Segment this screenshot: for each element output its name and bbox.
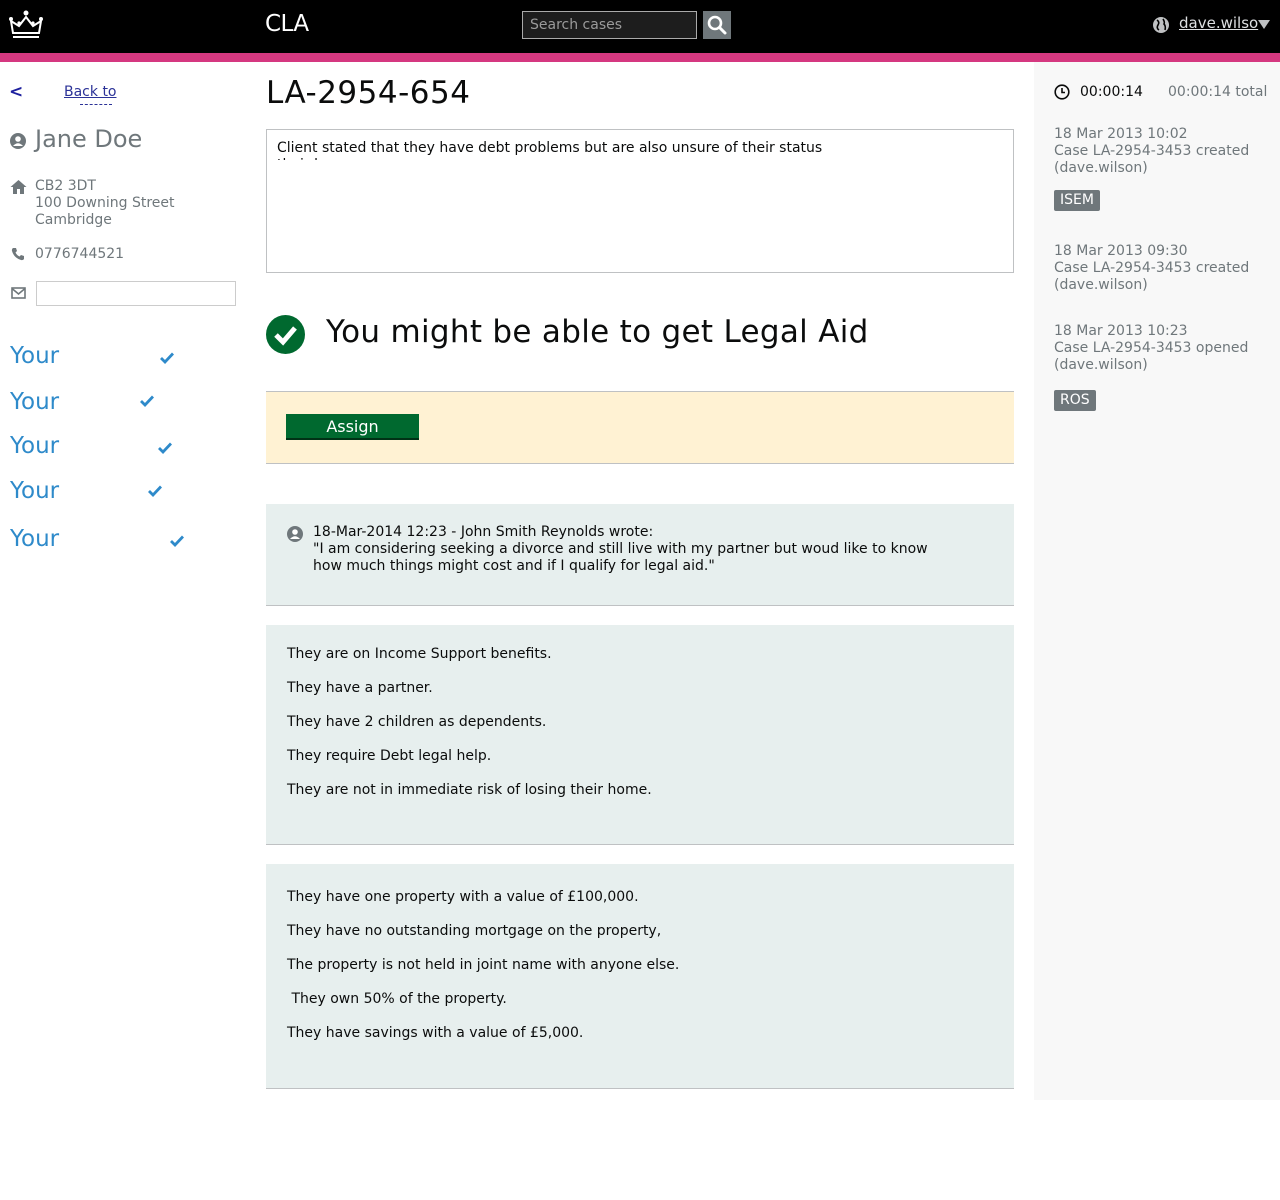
sidebar-nav-item-4[interactable]: Your <box>10 477 180 517</box>
accent-stripe <box>0 53 1280 62</box>
message-body: "I am considering seeking a divorce and … <box>313 541 928 574</box>
event-tag: ISEM <box>1054 190 1100 211</box>
fact-item: They have a partner. <box>287 680 433 696</box>
mail-icon <box>11 287 26 299</box>
address-street: 100 Downing Street <box>35 195 175 211</box>
clock-icon <box>1054 84 1070 100</box>
event-date: 18 Mar 2013 10:23 <box>1054 323 1188 339</box>
brand-underline <box>265 40 313 44</box>
eligibility-facts-panel: They are on Income Support benefits. The… <box>266 625 1014 845</box>
event-tag: ROS <box>1054 390 1096 411</box>
event-date: 18 Mar 2013 09:30 <box>1054 243 1188 259</box>
case-timer-total: 00:00:14 total <box>1168 84 1268 100</box>
event-user: (dave.wilson) <box>1054 277 1148 293</box>
event-text: Case LA-2954-3453 created <box>1054 260 1250 276</box>
top-bar: CLA dave.wilso <box>0 0 1280 53</box>
nav-item-label: Your <box>10 389 60 415</box>
fact-item: They have savings with a value of £5,000… <box>287 1025 584 1041</box>
assign-panel: Assign <box>266 391 1014 464</box>
event-user: (dave.wilson) <box>1054 160 1148 176</box>
case-timer: 00:00:14 <box>1080 84 1143 100</box>
fact-item: They are on Income Support benefits. <box>287 646 552 662</box>
check-icon <box>140 395 154 407</box>
back-link[interactable]: Back to <box>64 84 117 100</box>
case-history-sidebar: 00:00:14 00:00:14 total 18 Mar 2013 10:0… <box>1034 62 1280 1100</box>
person-icon <box>287 526 303 542</box>
fact-item: They have no outstanding mortgage on the… <box>287 923 662 939</box>
case-notes-text: Client stated that they have debt proble… <box>277 140 823 156</box>
case-notes-textarea[interactable]: Client stated that they have debt proble… <box>266 129 1014 273</box>
check-icon <box>160 352 174 364</box>
sidebar-nav-item-2[interactable]: Your <box>10 388 160 428</box>
client-address: CB2 3DT 100 Downing Street Cambridge <box>35 178 174 229</box>
search-icon <box>707 15 727 35</box>
case-notes-overflow: their home <box>277 157 1003 160</box>
property-facts-panel: They have one property with a value of £… <box>266 864 1014 1089</box>
eligibility-result: You might be able to get Legal Aid <box>326 314 869 350</box>
address-postcode: CB2 3DT <box>35 178 96 194</box>
home-icon <box>10 180 27 194</box>
success-check-icon <box>266 315 305 354</box>
check-icon <box>170 535 184 547</box>
event-text: Case LA-2954-3453 created <box>1054 143 1250 159</box>
back-arrow-icon[interactable]: < <box>9 82 23 102</box>
user-menu-link[interactable]: dave.wilso <box>1179 14 1258 32</box>
sidebar-nav-item-1[interactable]: Your <box>10 342 180 382</box>
case-reference-title: LA-2954-654 <box>266 75 471 111</box>
client-name: Jane Doe <box>35 125 143 153</box>
sidebar-nav-item-5[interactable]: Your <box>10 525 200 565</box>
address-city: Cambridge <box>35 212 112 228</box>
event-date: 18 Mar 2013 10:02 <box>1054 126 1188 142</box>
event-user: (dave.wilson) <box>1054 357 1148 373</box>
fact-item: They own 50% of the property. <box>287 991 507 1007</box>
history-event: 18 Mar 2013 10:23 Case LA-2954-3453 open… <box>1054 323 1274 374</box>
app-brand[interactable]: CLA <box>265 10 309 38</box>
check-icon <box>148 485 162 497</box>
history-event: 18 Mar 2013 10:02 Case LA-2954-3453 crea… <box>1054 126 1274 177</box>
fact-item: They are not in immediate risk of losing… <box>287 782 652 798</box>
crown-logo-icon[interactable] <box>8 9 44 41</box>
search-input[interactable] <box>522 11 697 39</box>
sidebar-nav-item-3[interactable]: Your <box>10 432 180 472</box>
client-phone: 0776744521 <box>35 246 125 262</box>
fact-item: They have one property with a value of £… <box>287 889 639 905</box>
fact-item: They have 2 children as dependents. <box>287 714 547 730</box>
email-field[interactable] <box>36 281 236 306</box>
check-icon <box>158 442 172 454</box>
chevron-down-icon[interactable] <box>1258 20 1270 29</box>
fact-item: They require Debt legal help. <box>287 748 492 764</box>
fact-item: The property is not held in joint name w… <box>287 957 680 973</box>
person-icon <box>10 133 26 149</box>
back-link-overflow <box>80 104 112 105</box>
assign-button[interactable]: Assign <box>286 414 419 440</box>
nav-item-label: Your <box>10 343 60 369</box>
nav-item-label: Your <box>10 433 60 459</box>
event-text: Case LA-2954-3453 opened <box>1054 340 1249 356</box>
message-header: 18-Mar-2014 12:23 - John Smith Reynolds … <box>313 524 654 540</box>
globe-icon <box>1153 17 1169 33</box>
history-event: 18 Mar 2013 09:30 Case LA-2954-3453 crea… <box>1054 243 1274 294</box>
phone-icon <box>11 248 24 261</box>
client-message-panel: 18-Mar-2014 12:23 - John Smith Reynolds … <box>266 504 1014 606</box>
search-button[interactable] <box>703 11 731 39</box>
